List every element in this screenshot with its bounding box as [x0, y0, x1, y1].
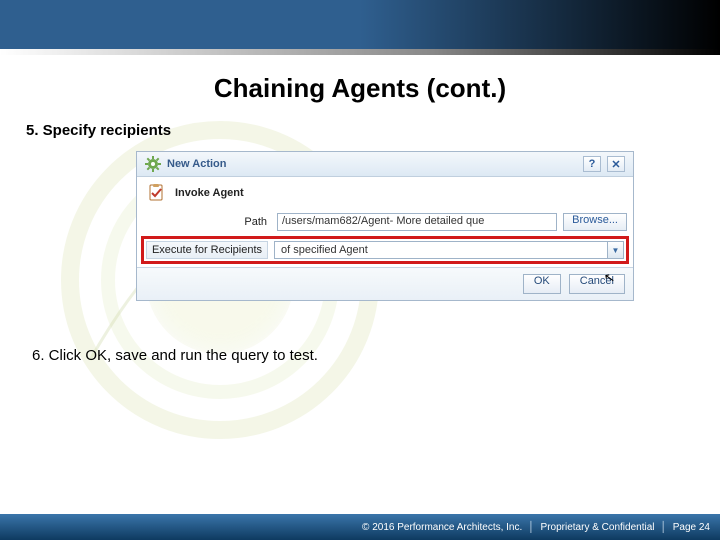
footer-proprietary: Proprietary & Confidential: [541, 522, 655, 533]
recipients-value: of specified Agent: [275, 244, 607, 256]
recipients-label: Execute for Recipients: [146, 241, 268, 259]
invoke-agent-icon: [147, 183, 167, 203]
recipients-select[interactable]: of specified Agent ▼: [274, 241, 624, 259]
recipients-row-highlight: Execute for Recipients of specified Agen…: [141, 236, 629, 264]
step-5-text: 5. Specify recipients: [26, 122, 694, 139]
path-input[interactable]: /users/mam682/Agent- More detailed que: [277, 213, 557, 231]
path-label: Path: [143, 216, 271, 228]
cancel-button[interactable]: Cancel: [569, 274, 625, 294]
browse-button[interactable]: Browse...: [563, 213, 627, 231]
slide-title: Chaining Agents (cont.): [26, 73, 694, 104]
chevron-down-icon: ▼: [607, 242, 623, 258]
dialog-titlebar: New Action ? ✕: [137, 152, 633, 177]
dialog-title-text: New Action: [167, 158, 577, 170]
step-6-text: 6. Click OK, save and run the query to t…: [32, 347, 694, 364]
gear-icon: [145, 156, 161, 172]
footer-copyright: © 2016 Performance Architects, Inc.: [362, 522, 522, 533]
invoke-agent-label: Invoke Agent: [175, 187, 244, 199]
help-button[interactable]: ?: [583, 156, 601, 172]
ok-button[interactable]: OK: [523, 274, 561, 294]
cursor-icon: ↖: [603, 269, 617, 287]
close-button[interactable]: ✕: [607, 156, 625, 172]
slide-footer: © 2016 Performance Architects, Inc. │ Pr…: [0, 514, 720, 540]
new-action-dialog: New Action ? ✕ Invoke Agent Path: [136, 151, 634, 301]
footer-page: Page 24: [673, 522, 710, 533]
slide-top-bar: [0, 0, 720, 55]
